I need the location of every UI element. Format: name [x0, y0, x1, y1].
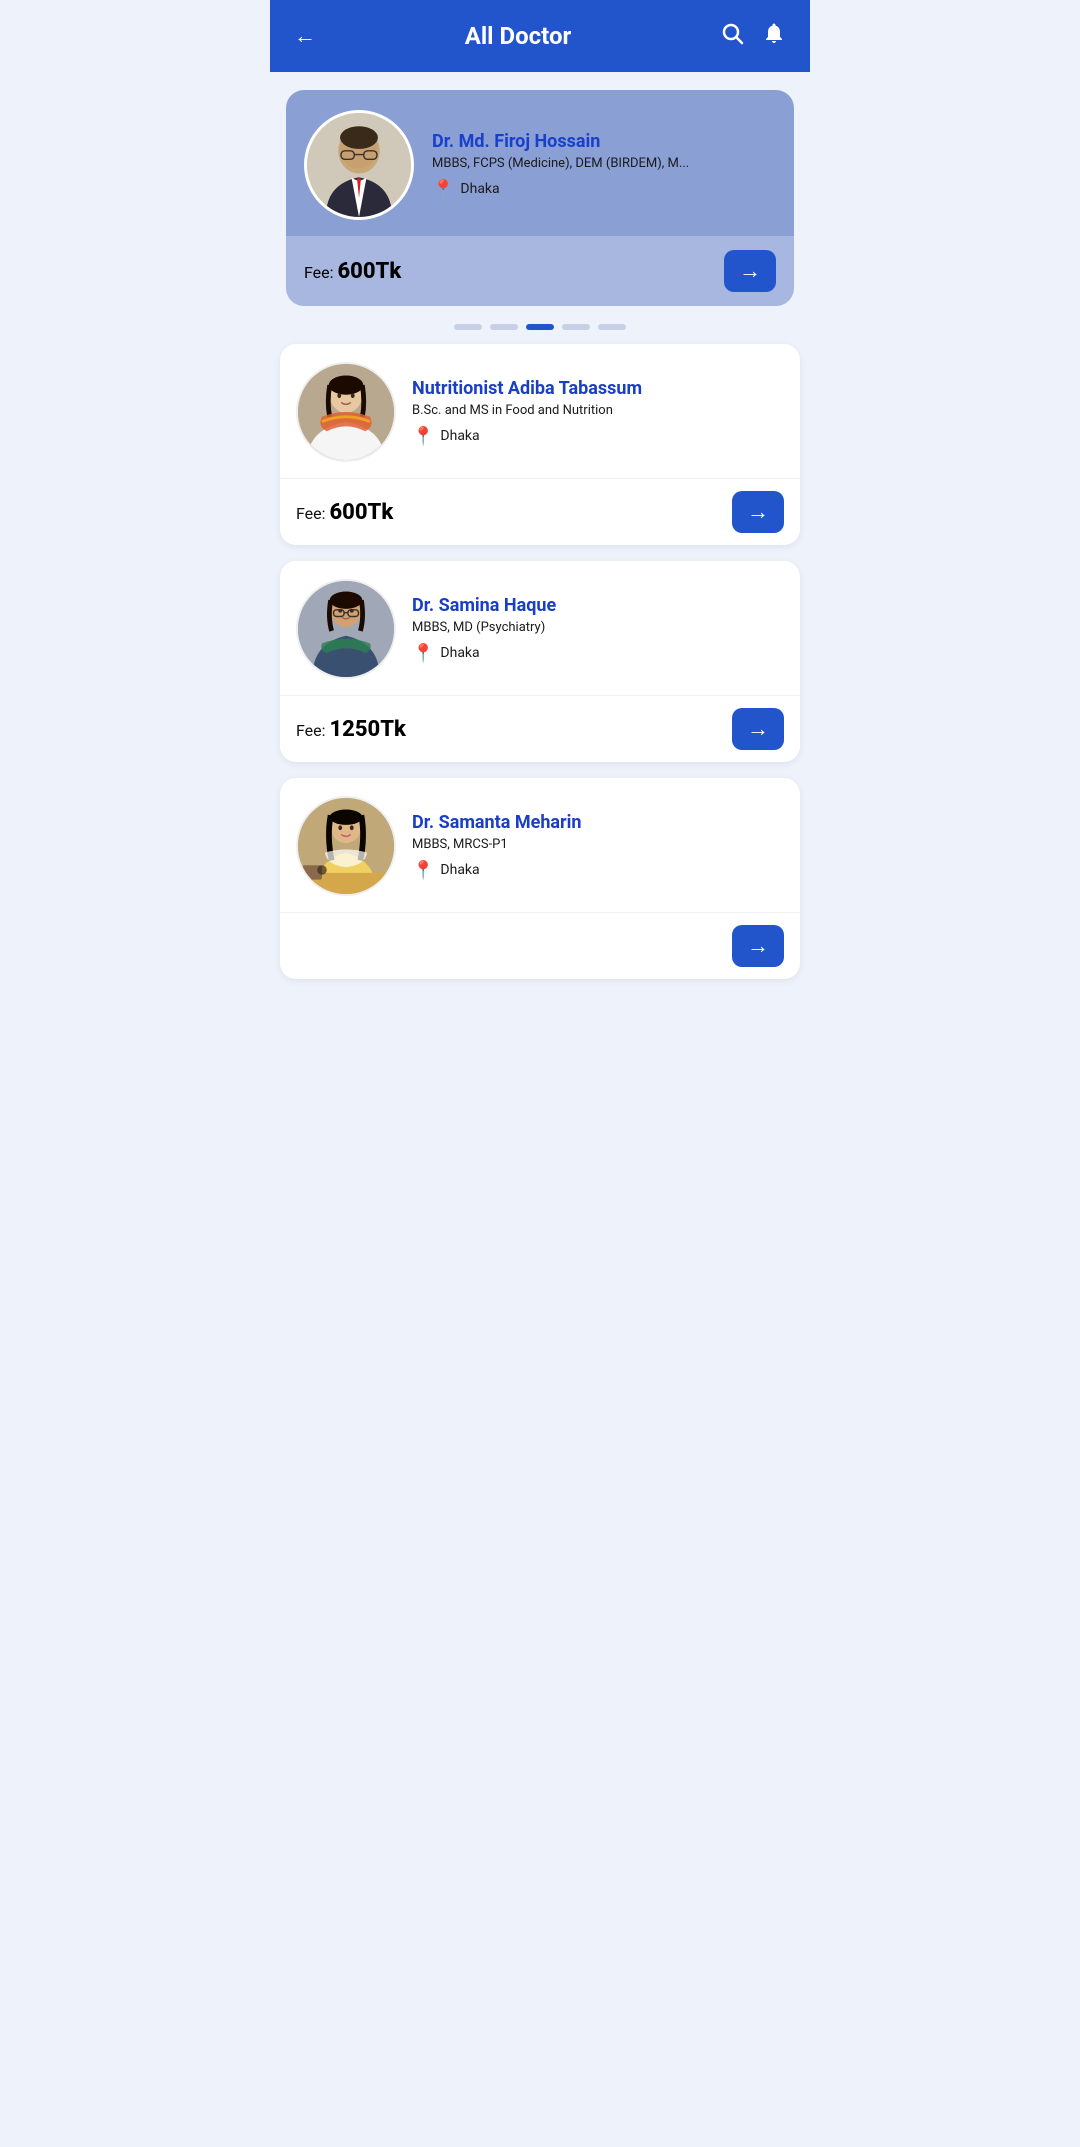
featured-doctor-avatar: [304, 110, 414, 220]
featured-doctor-location: 📍 Dhaka: [432, 179, 776, 200]
doctor-1-fee: Fee: 600Tk: [296, 500, 393, 525]
doctor-1-book-button[interactable]: →: [732, 491, 784, 533]
doctor-2-book-button[interactable]: →: [732, 708, 784, 750]
featured-doctor-card: Dr. Md. Firoj Hossain MBBS, FCPS (Medici…: [286, 90, 794, 306]
doctor-2-info: Dr. Samina Haque MBBS, MD (Psychiatry) 📍…: [412, 595, 784, 664]
doctor-2-city: Dhaka: [440, 645, 479, 661]
doctor-2-location: 📍 Dhaka: [412, 643, 784, 664]
doctor-3-qualification: MBBS, MRCS-P1: [412, 837, 784, 852]
dot-4[interactable]: [598, 324, 626, 330]
location-pin-icon: 📍: [432, 179, 454, 200]
doctor-2-fee: Fee: 1250Tk: [296, 717, 406, 742]
featured-fee: Fee: 600Tk: [304, 259, 401, 284]
dot-2[interactable]: [526, 324, 554, 330]
doctor-1-qualification: B.Sc. and MS in Food and Nutrition: [412, 403, 784, 418]
doctor-1-info: Nutritionist Adiba Tabassum B.Sc. and MS…: [412, 378, 784, 447]
doctor-3-book-button[interactable]: →: [732, 925, 784, 967]
doctor-card-3: Dr. Samanta Meharin MBBS, MRCS-P1 📍 Dhak…: [280, 778, 800, 979]
header-actions: [720, 21, 786, 51]
doctor-1-avatar: [296, 362, 396, 462]
featured-book-button[interactable]: →: [724, 250, 776, 292]
pagination-dots: [270, 324, 810, 330]
featured-card-bottom: Fee: 600Tk →: [286, 236, 794, 306]
doctor-list: Nutritionist Adiba Tabassum B.Sc. and MS…: [270, 344, 810, 995]
featured-doctor-city: Dhaka: [460, 181, 499, 197]
doctor-card-1: Nutritionist Adiba Tabassum B.Sc. and MS…: [280, 344, 800, 545]
back-button[interactable]: ←: [294, 23, 316, 49]
location-pin-3-icon: 📍: [412, 860, 434, 881]
doctor-1-location: 📍 Dhaka: [412, 426, 784, 447]
featured-card-top: Dr. Md. Firoj Hossain MBBS, FCPS (Medici…: [286, 90, 794, 236]
doctor-3-location: 📍 Dhaka: [412, 860, 784, 881]
doctor-2-avatar: [296, 579, 396, 679]
doctor-card-2-bottom: Fee: 1250Tk →: [280, 695, 800, 762]
doctor-2-fee-amount: 1250Tk: [330, 717, 406, 742]
fee-label: Fee:: [304, 263, 334, 282]
doctor-1-city: Dhaka: [440, 428, 479, 444]
featured-doctor-info: Dr. Md. Firoj Hossain MBBS, FCPS (Medici…: [432, 131, 776, 200]
dot-3[interactable]: [562, 324, 590, 330]
search-icon[interactable]: [720, 21, 744, 51]
dot-0[interactable]: [454, 324, 482, 330]
doctor-card-3-top: Dr. Samanta Meharin MBBS, MRCS-P1 📍 Dhak…: [280, 778, 800, 912]
doctor-1-fee-amount: 600Tk: [330, 500, 394, 525]
fee-label-2: Fee:: [296, 721, 330, 740]
fee-label-1: Fee:: [296, 504, 330, 523]
doctor-3-city: Dhaka: [440, 862, 479, 878]
doctor-card-2-top: Dr. Samina Haque MBBS, MD (Psychiatry) 📍…: [280, 561, 800, 695]
doctor-1-name: Nutritionist Adiba Tabassum: [412, 378, 784, 399]
doctor-2-name: Dr. Samina Haque: [412, 595, 784, 616]
page-title: All Doctor: [316, 22, 720, 50]
doctor-3-avatar: [296, 796, 396, 896]
doctor-card-1-bottom: Fee: 600Tk →: [280, 478, 800, 545]
doctor-card-3-bottom: →: [280, 912, 800, 979]
location-pin-2-icon: 📍: [412, 643, 434, 664]
featured-doctor-name: Dr. Md. Firoj Hossain: [432, 131, 776, 152]
featured-fee-amount: 600Tk: [338, 259, 402, 284]
doctor-card-1-top: Nutritionist Adiba Tabassum B.Sc. and MS…: [280, 344, 800, 478]
notification-icon[interactable]: [762, 21, 786, 51]
location-pin-1-icon: 📍: [412, 426, 434, 447]
doctor-card-2: Dr. Samina Haque MBBS, MD (Psychiatry) 📍…: [280, 561, 800, 762]
dot-1[interactable]: [490, 324, 518, 330]
featured-doctor-qualification: MBBS, FCPS (Medicine), DEM (BIRDEM), M..…: [432, 156, 776, 171]
doctor-3-name: Dr. Samanta Meharin: [412, 812, 784, 833]
doctor-2-qualification: MBBS, MD (Psychiatry): [412, 620, 784, 635]
header: ← All Doctor: [270, 0, 810, 72]
doctor-3-info: Dr. Samanta Meharin MBBS, MRCS-P1 📍 Dhak…: [412, 812, 784, 881]
